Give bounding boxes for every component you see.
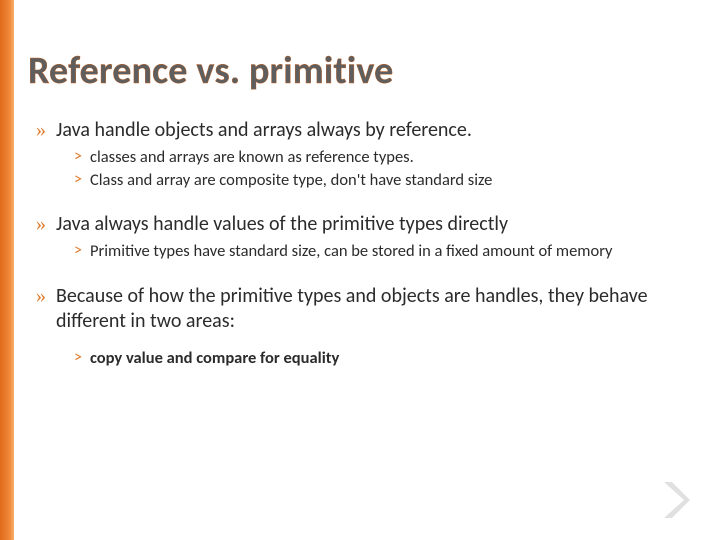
bullet-text: Because of how the primitive types and o… [56, 284, 688, 334]
bullet-glyph-l1: » [36, 284, 46, 309]
bullet-glyph-l1: » [36, 118, 46, 143]
bullet-l2: ˃ Primitive types have standard size, ca… [74, 241, 688, 262]
slide-content: Reference vs. primitive » Java handle ob… [28, 48, 688, 391]
bullet-glyph-l2: ˃ [74, 348, 82, 368]
bullet-text: Java always handle values of the primiti… [56, 212, 508, 237]
slide-title: Reference vs. primitive [28, 48, 688, 94]
bullet-l1: » Java always handle values of the primi… [36, 212, 688, 237]
accent-bar [0, 0, 14, 540]
bullet-text: Java handle objects and arrays always by… [56, 118, 472, 143]
bullet-text: Class and array are composite type, don'… [90, 170, 688, 191]
bullet-glyph-l1: » [36, 212, 46, 237]
bullet-group-2: » Because of how the primitive types and… [28, 284, 688, 369]
bullet-group-0: » Java handle objects and arrays always … [28, 118, 688, 190]
bullet-text: Primitive types have standard size, can … [90, 241, 688, 262]
bullet-glyph-l2: ˃ [74, 170, 82, 190]
bullet-glyph-l2: ˃ [74, 147, 82, 167]
chevron-right-icon [660, 480, 692, 520]
bullet-l2: ˃ copy value and compare for equality [74, 348, 688, 369]
bullet-l1: » Because of how the primitive types and… [36, 284, 688, 334]
bullet-l1: » Java handle objects and arrays always … [36, 118, 688, 143]
bullet-group-1: » Java always handle values of the primi… [28, 212, 688, 262]
bullet-l2: ˃ Class and array are composite type, do… [74, 170, 688, 191]
bullet-glyph-l2: ˃ [74, 241, 82, 261]
bullet-l2: ˃ classes and arrays are known as refere… [74, 147, 688, 168]
bullet-text: copy value and compare for equality [90, 348, 688, 369]
bullet-text: classes and arrays are known as referenc… [90, 147, 688, 168]
